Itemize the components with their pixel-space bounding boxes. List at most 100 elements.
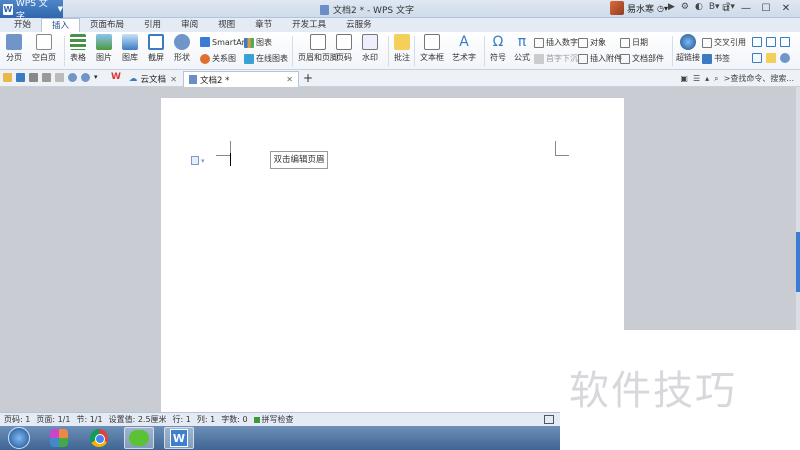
watermark-button[interactable]: 水印	[362, 34, 378, 63]
header-edit-hint[interactable]: 双击编辑页眉	[270, 151, 328, 169]
number-icon	[534, 37, 544, 48]
close-tab-icon[interactable]: ✕	[170, 75, 177, 84]
object-button[interactable]: 对象	[578, 37, 606, 48]
open-icon[interactable]	[3, 73, 12, 82]
tab-active-document[interactable]: 文档2 * ✕	[183, 71, 299, 87]
insert-attachment-button[interactable]: 插入附件	[578, 53, 622, 64]
command-search-input[interactable]: >查找命令、搜索...	[724, 73, 794, 84]
first-letter-button[interactable]: 首字下沉	[534, 53, 578, 64]
start-button[interactable]	[4, 427, 34, 449]
wordart-button[interactable]: A 艺术字	[452, 34, 476, 63]
formula-button[interactable]: π 公式	[514, 34, 530, 63]
watermark-icon	[362, 34, 378, 50]
insert-number-button[interactable]: 插入数字	[534, 37, 578, 48]
tab-cloud-service[interactable]: 云服务	[336, 18, 382, 32]
status-word-count[interactable]: 字数: 0	[221, 414, 247, 425]
bookmark-button[interactable]: 书签	[702, 53, 730, 64]
tab-references[interactable]: 引用	[134, 18, 171, 32]
first-letter-label: 首字下沉	[546, 54, 578, 63]
gallery-label: 图库	[122, 53, 138, 62]
symbol-button[interactable]: Ω 符号	[490, 34, 506, 63]
search-icon[interactable]: ⌕	[714, 74, 718, 84]
maximize-button[interactable]: ☐	[756, 1, 776, 16]
spellcheck-toggle[interactable]: 拼写检查	[253, 414, 294, 425]
layout-alt-icon[interactable]	[766, 37, 776, 47]
taskbar-app-launcher[interactable]	[44, 427, 74, 449]
wps-brand-icon: W	[111, 72, 121, 82]
tab-developer[interactable]: 开发工具	[282, 18, 336, 32]
hyperlink-button[interactable]: 超链接	[676, 34, 700, 63]
document-tab-bar: ▾ W ☁ 云文档 ✕ 文档2 * ✕ + ▣ ☰ ▴ ⌕ >查找命令、搜索..…	[0, 70, 800, 87]
tab-insert[interactable]: 插入	[41, 18, 81, 32]
lock-icon[interactable]	[766, 53, 776, 63]
blank-page-button[interactable]: 空白页	[32, 34, 56, 63]
sync-icon[interactable]	[780, 53, 790, 63]
taskbar-wechat[interactable]	[124, 427, 154, 449]
status-page-number[interactable]: 页码: 1	[4, 414, 30, 425]
tab-review[interactable]: 审阅	[171, 18, 208, 32]
tab-home[interactable]: 开始	[4, 18, 41, 32]
close-button[interactable]: ✕	[776, 1, 796, 16]
table-button[interactable]: 表格	[70, 34, 86, 63]
user-account[interactable]: 易水寒 ◷▾	[610, 1, 668, 15]
smartart-icon	[200, 37, 210, 47]
print-preview-icon[interactable]	[42, 73, 51, 82]
app-menu-button[interactable]: W WPS 文字 ▼	[0, 0, 63, 22]
tab-chapter[interactable]: 章节	[245, 18, 282, 32]
paragraph-layout-button[interactable]: ▾	[191, 156, 205, 165]
cross-ref-label: 交叉引用	[714, 38, 746, 47]
play-icon[interactable]: ▶	[668, 2, 675, 12]
picture-icon	[96, 34, 112, 50]
shape-button[interactable]: 形状	[174, 34, 190, 63]
taskbar-wps[interactable]: W	[164, 427, 194, 449]
ribbon-divider	[64, 36, 65, 66]
redo-icon[interactable]	[81, 73, 90, 82]
relation-chart-button[interactable]: 关系图	[200, 53, 236, 64]
gallery-button[interactable]: 图库	[122, 34, 138, 63]
close-tab-icon[interactable]: ✕	[286, 75, 293, 84]
smartart-button[interactable]: SmartArt	[200, 37, 248, 47]
tab-cloud-doc[interactable]: ☁ 云文档 ✕	[124, 71, 182, 87]
minimize-button[interactable]: —	[736, 1, 756, 16]
restore-mini-icon[interactable]: ⧉	[716, 1, 736, 16]
grid-icon[interactable]	[780, 37, 790, 47]
print-icon[interactable]	[29, 73, 38, 82]
textbox-button[interactable]: 文本框	[420, 34, 444, 63]
fit-page-icon[interactable]	[544, 415, 554, 424]
date-button[interactable]: 日期	[620, 37, 648, 48]
quick-access-toolbar: ▾	[3, 73, 103, 82]
layer-icon[interactable]	[752, 53, 762, 63]
user-menu-icon[interactable]: ◷▾	[657, 4, 668, 13]
layout-icon[interactable]	[752, 37, 762, 47]
undo-icon[interactable]	[68, 73, 77, 82]
cross-ref-button[interactable]: 交叉引用	[702, 37, 746, 48]
windows-start-icon	[8, 427, 30, 449]
cross-ref-icon	[702, 37, 712, 48]
page-number-button[interactable]: 页码	[336, 34, 352, 63]
chart-button[interactable]: 图表	[244, 37, 272, 48]
collapse-ribbon-icon[interactable]: ▴	[705, 74, 709, 83]
save-icon[interactable]	[16, 73, 25, 82]
new-tab-button[interactable]: +	[303, 71, 313, 85]
status-section: 节: 1/1	[76, 415, 103, 424]
gear-icon[interactable]: ⚙	[681, 2, 689, 12]
picture-button[interactable]: 图片	[96, 34, 112, 63]
table-icon	[70, 34, 86, 50]
online-chart-button[interactable]: 在线图表	[244, 53, 288, 64]
export-pdf-icon[interactable]	[55, 73, 64, 82]
status-line: 行: 1	[172, 415, 191, 424]
tab-page-layout[interactable]: 页面布局	[80, 18, 134, 32]
scrollbar-thumb[interactable]	[796, 232, 800, 292]
comment-button[interactable]: 批注	[394, 34, 410, 63]
taskbar-chrome[interactable]	[84, 427, 114, 449]
cloud-icon: ☁	[129, 74, 138, 84]
mini-toolbar-icon[interactable]: ☰	[693, 74, 700, 83]
tab-view[interactable]: 视图	[208, 18, 245, 32]
skin-icon[interactable]: ◐	[695, 2, 703, 12]
customize-toolbar-icon[interactable]: ▾	[94, 73, 103, 82]
comment-panel-icon[interactable]: ▣	[680, 74, 688, 83]
doc-parts-button[interactable]: 文档部件	[620, 53, 664, 64]
header-footer-button[interactable]: 页眉和页脚	[298, 34, 338, 63]
screenshot-button[interactable]: 截屏	[148, 34, 164, 63]
page-break-button[interactable]: 分页	[6, 34, 22, 63]
